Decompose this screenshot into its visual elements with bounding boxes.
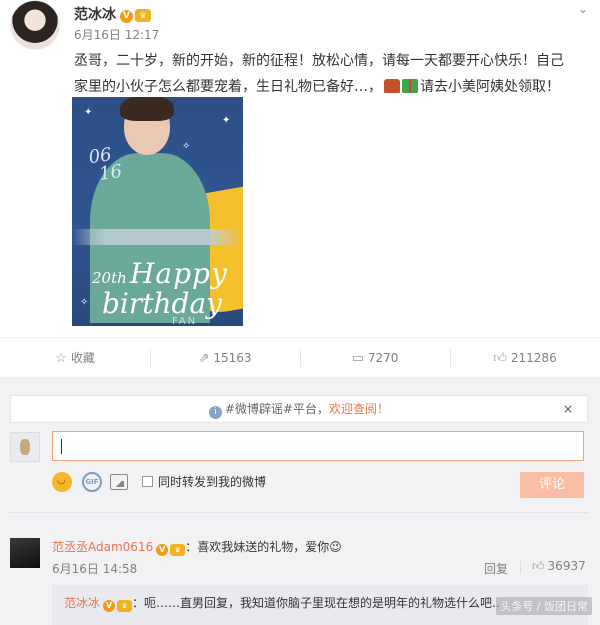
comment-timestamp: 6月16日 14:58 bbox=[52, 562, 138, 576]
star-outline-icon: ☆ bbox=[55, 351, 67, 366]
gif-icon[interactable]: GIF bbox=[82, 472, 102, 492]
image-person-hair bbox=[120, 97, 174, 121]
post-action-bar: ☆ 收藏 ⇗ 15163 ▭ 7270 👍︎ 211286 bbox=[0, 337, 600, 377]
weibo-post: 范冰冰 V ♛ ⌄ 6月16日 12:17 丞哥，二十岁，新的开始，新的征程！放松心… bbox=[0, 0, 600, 340]
thumbs-up-icon: 👍︎ bbox=[532, 559, 545, 573]
image-happy-text: Happy bbox=[130, 257, 228, 290]
star-icon: ✦ bbox=[84, 107, 93, 118]
comment-bubble-icon: ▭ bbox=[351, 351, 364, 366]
comment-line: 范丞丞Adam0616 V ♛ ：喜欢我妹送的礼物，爱你😉 bbox=[52, 538, 342, 556]
post-body: 丞哥，二十岁，新的开始，新的征程！放松心情，请每一天都要开心快乐！自己 家里的小… bbox=[74, 48, 590, 100]
star-icon: ✧ bbox=[80, 297, 89, 308]
post-text-line-1: 丞哥，二十岁，新的开始，新的征程！放松心情，请每一天都要开心快乐！自己 bbox=[74, 53, 564, 69]
favorite-label: 收藏 bbox=[70, 351, 95, 365]
image-upload-icon[interactable] bbox=[110, 474, 128, 490]
star-icon: ✧ bbox=[182, 141, 191, 152]
comment-button[interactable]: ▭ 7270 bbox=[300, 338, 450, 378]
repost-checkbox[interactable] bbox=[142, 476, 153, 487]
current-user-avatar bbox=[10, 432, 40, 462]
like-count: 211286 bbox=[510, 351, 557, 365]
post-image[interactable]: 06 16 ✦ ✦ ✧ ✧ 20th Happy birthday FAN bbox=[72, 97, 243, 326]
comment-input[interactable] bbox=[52, 431, 584, 461]
comment-text: ：喜欢我妹送的礼物，爱你😉 bbox=[185, 540, 342, 554]
commenter-name[interactable]: 范丞丞Adam0616 bbox=[52, 540, 153, 554]
reply-button[interactable]: 回复 bbox=[484, 560, 508, 577]
repost-icon: ⇗ bbox=[198, 351, 210, 366]
submit-comment-button[interactable]: 评论 bbox=[520, 472, 584, 498]
comment-like-count: 36937 bbox=[547, 559, 586, 573]
vip-crown-icon: ♛ bbox=[117, 600, 133, 612]
star-icon: ✦ bbox=[222, 115, 231, 126]
comment-count: 7270 bbox=[367, 351, 399, 365]
reply-line: 范冰冰 V ♛ ：呃……直男回复，我知道你脑子里现在想的是明年的礼物选什么吧…… bbox=[64, 594, 516, 612]
comment-like-button[interactable]: 👍︎ 36937 bbox=[532, 559, 586, 574]
verified-badge-icon: V bbox=[120, 10, 133, 23]
cake-emoji-icon bbox=[384, 79, 400, 93]
reply-text: ：呃……直男回复，我知道你脑子里现在想的是明年的礼物选什么吧…… bbox=[132, 596, 517, 610]
thumbs-up-icon: 👍︎ bbox=[493, 351, 507, 366]
repost-checkbox-label[interactable]: 同时转发到我的微博 bbox=[158, 473, 266, 490]
image-blur-band bbox=[72, 229, 243, 245]
vip-crown-icon: ♛ bbox=[135, 9, 151, 22]
info-icon: i bbox=[208, 406, 222, 419]
author-name-text[interactable]: 范冰冰 bbox=[74, 7, 116, 23]
author-avatar[interactable] bbox=[10, 0, 60, 50]
watermark: 头条号 / 饭团日常 bbox=[496, 597, 592, 615]
repost-button[interactable]: ⇗ 15163 bbox=[150, 338, 300, 378]
post-text-line-2a: 家里的小伙子怎么都要宠着，生日礼物已备好…， bbox=[74, 79, 382, 95]
like-button[interactable]: 👍︎ 211286 bbox=[450, 338, 600, 378]
reply-author-name[interactable]: 范冰冰 bbox=[64, 596, 100, 610]
verified-badge-icon: V bbox=[103, 600, 116, 612]
image-fan-text: FAN bbox=[172, 316, 198, 326]
post-menu-chevron-icon[interactable]: ⌄ bbox=[578, 2, 588, 16]
emoji-icon[interactable] bbox=[52, 472, 72, 492]
close-icon[interactable]: × bbox=[563, 396, 573, 422]
gift-emoji-icon bbox=[402, 79, 418, 93]
image-20th-text: 20th bbox=[92, 269, 127, 287]
comment-panel: i#微博辟谣#平台，欢迎查阅！ × GIF 同时转发到我的微博 评论 范丞丞Ad… bbox=[0, 377, 600, 625]
vip-crown-icon: ♛ bbox=[170, 544, 186, 556]
notice-link[interactable]: 欢迎查阅！ bbox=[329, 402, 389, 416]
image-date-text: 06 16 bbox=[87, 144, 124, 185]
image-birthday-text: birthday bbox=[102, 287, 222, 320]
post-timestamp[interactable]: 6月16日 12:17 bbox=[74, 26, 159, 43]
commenter-avatar[interactable] bbox=[10, 538, 40, 568]
repost-count: 15163 bbox=[213, 351, 252, 365]
post-text-line-2b: 请去小美阿姨处领取！ bbox=[420, 79, 560, 95]
comment-divider bbox=[10, 512, 588, 513]
favorite-button[interactable]: ☆ 收藏 bbox=[0, 338, 150, 378]
author-name[interactable]: 范冰冰 V ♛ bbox=[74, 4, 151, 24]
text-cursor bbox=[61, 439, 62, 454]
verified-badge-icon: V bbox=[156, 544, 169, 556]
comment-action-divider bbox=[520, 561, 521, 574]
image-date-day: 16 bbox=[97, 160, 124, 185]
notice-text: #微博辟谣#平台， bbox=[224, 402, 330, 416]
rumor-notice-banner: i #微博辟谣#平台，欢迎查阅！ × bbox=[10, 395, 588, 423]
